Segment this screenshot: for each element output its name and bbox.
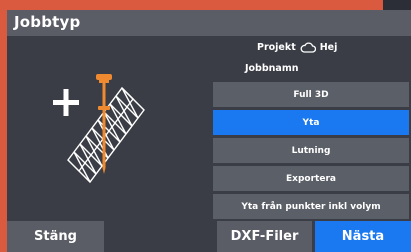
option-label: Exportera: [286, 173, 336, 184]
option-yta[interactable]: Yta: [213, 110, 409, 135]
dialog-title: Jobbtyp: [14, 13, 81, 31]
cloud-icon: [300, 42, 316, 53]
next-button[interactable]: Nästa: [315, 221, 411, 252]
surface-illustration: [53, 74, 145, 184]
option-full-3d[interactable]: Full 3D: [213, 82, 409, 107]
close-button-label: Stäng: [34, 229, 77, 244]
option-label: Yta: [302, 117, 320, 128]
job-name-label: Jobbnamn: [245, 63, 299, 74]
option-exportera[interactable]: Exportera: [213, 166, 409, 191]
project-label: Projekt: [257, 42, 296, 53]
background-dark-strip: [383, 0, 411, 10]
dxf-files-button[interactable]: DXF-Filer: [217, 221, 312, 252]
next-button-label: Nästa: [341, 229, 385, 244]
surface-mesh-icon: [67, 86, 145, 184]
close-button[interactable]: Stäng: [7, 221, 104, 252]
option-label: Lutning: [291, 145, 331, 156]
job-type-dialog: Jobbtyp Projekt Hej Jobbnamn Full 3D Yta…: [7, 10, 411, 252]
dxf-files-button-label: DXF-Filer: [230, 229, 299, 244]
option-label: Full 3D: [293, 89, 329, 100]
option-label: Yta från punkter inkl volym: [241, 201, 381, 212]
plus-icon: [53, 89, 79, 116]
dialog-titlebar: Jobbtyp: [7, 10, 411, 36]
project-info: Projekt Hej: [257, 42, 337, 53]
option-lutning[interactable]: Lutning: [213, 138, 409, 163]
option-yta-fran-punkter[interactable]: Yta från punkter inkl volym: [213, 194, 409, 219]
project-name: Hej: [319, 42, 338, 53]
